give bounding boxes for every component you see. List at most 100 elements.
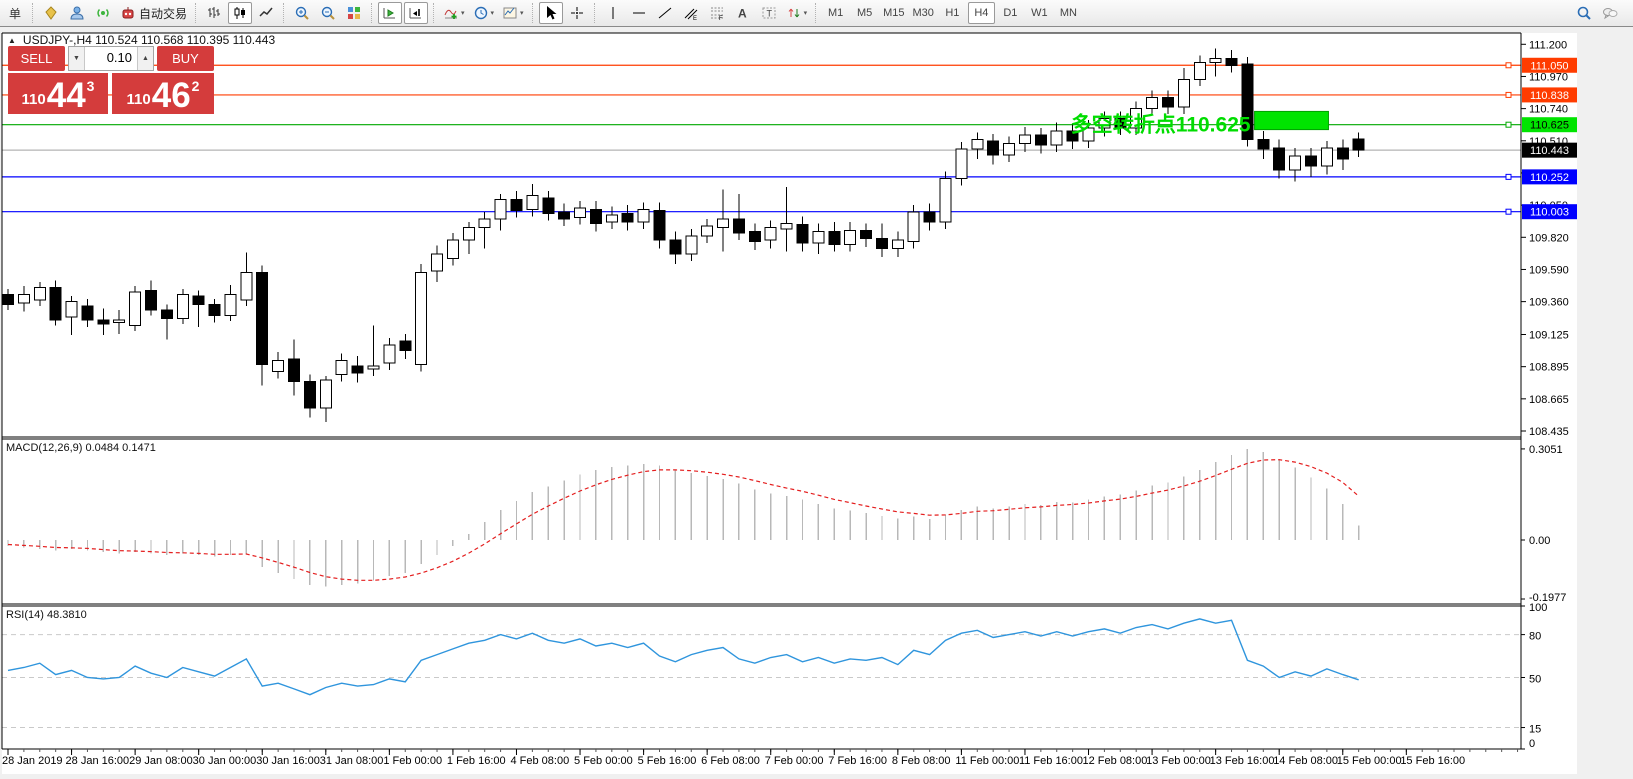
chart-shift-button[interactable] [404, 2, 428, 24]
timeframe-M1-button[interactable]: M1 [822, 2, 849, 24]
svg-text:110.970: 110.970 [1529, 71, 1568, 83]
toolbar-separator [532, 3, 534, 23]
svg-text:0: 0 [1529, 738, 1535, 750]
volume-decrease-icon[interactable]: ▼ [69, 47, 85, 70]
tile-windows-icon [346, 5, 362, 21]
volume-value[interactable]: 0.10 [85, 47, 137, 70]
toolbar-separator [371, 3, 373, 23]
toolbar-separator [594, 3, 596, 23]
signal-button[interactable] [91, 2, 115, 24]
label-icon: T [761, 5, 777, 21]
autotrading-button[interactable]: 自动交易 [117, 2, 190, 24]
text-button[interactable]: A [731, 2, 755, 24]
zoom-out-button[interactable] [316, 2, 340, 24]
svg-text:1 Feb 16:00: 1 Feb 16:00 [447, 755, 506, 767]
price-chart[interactable]: 111.200110.970110.740110.510110.280110.0… [0, 28, 1633, 774]
sell-button[interactable]: SELL [8, 46, 65, 71]
svg-text:5 Feb 16:00: 5 Feb 16:00 [638, 755, 697, 767]
svg-text:109.590: 109.590 [1529, 264, 1569, 276]
templates-button[interactable]: ▾ [499, 2, 527, 24]
svg-text:111.050: 111.050 [1530, 60, 1568, 72]
timeframe-H4-button[interactable]: H4 [968, 2, 995, 24]
zoom-in-button[interactable] [290, 2, 314, 24]
svg-text:14 Feb 08:00: 14 Feb 08:00 [1273, 755, 1338, 767]
periods-button[interactable]: ▾ [470, 2, 498, 24]
svg-text:110.838: 110.838 [1530, 90, 1569, 102]
svg-text:108.895: 108.895 [1529, 362, 1569, 374]
turning-point-annotation: 多空转折点110.625 [1071, 113, 1251, 137]
collapse-panel-icon[interactable]: ▲ [8, 36, 16, 45]
chat-button[interactable] [1598, 2, 1622, 24]
buy-pipette: 2 [192, 79, 200, 93]
svg-text:E: E [693, 16, 697, 21]
candles-button[interactable] [228, 2, 252, 24]
sell-pips: 44 [47, 81, 86, 111]
volume-increase-icon[interactable]: ▲ [137, 47, 153, 70]
label-button[interactable]: T [757, 2, 781, 24]
timeframe-W1-button[interactable]: W1 [1026, 2, 1053, 24]
autotrading-icon [120, 5, 136, 21]
svg-text:13 Feb 16:00: 13 Feb 16:00 [1210, 755, 1275, 767]
svg-text:0.3051: 0.3051 [1529, 444, 1563, 456]
svg-text:13 Feb 00:00: 13 Feb 00:00 [1146, 755, 1211, 767]
svg-text:108.665: 108.665 [1529, 394, 1569, 406]
toolbar-separator [283, 3, 285, 23]
auto-scroll-button[interactable] [378, 2, 402, 24]
volume-stepper[interactable]: ▼ 0.10 ▲ [68, 46, 154, 71]
crosshair-button[interactable] [565, 2, 589, 24]
bars-button[interactable] [202, 2, 226, 24]
svg-text:15: 15 [1529, 724, 1541, 736]
toolbar-separator [32, 3, 34, 23]
channel-button[interactable]: E [679, 2, 703, 24]
svg-text:110.252: 110.252 [1530, 172, 1569, 184]
community-button[interactable] [65, 2, 89, 24]
svg-text:111.200: 111.200 [1529, 39, 1567, 51]
community-icon [69, 5, 85, 21]
chart-area[interactable]: 111.200110.970110.740110.510110.280110.0… [0, 28, 1633, 774]
svg-text:110.740: 110.740 [1529, 104, 1568, 116]
svg-text:30 Jan 16:00: 30 Jan 16:00 [256, 755, 320, 767]
timeframe-MN-button[interactable]: MN [1055, 2, 1082, 24]
auto-scroll-icon [382, 5, 398, 21]
vline-button[interactable] [601, 2, 625, 24]
svg-text:28 Jan 16:00: 28 Jan 16:00 [66, 755, 130, 767]
chat-icon [1602, 5, 1618, 21]
sell-pipette: 3 [87, 79, 95, 93]
svg-text:11 Feb 00:00: 11 Feb 00:00 [955, 755, 1019, 767]
timeframe-D1-button[interactable]: D1 [997, 2, 1024, 24]
tile-windows-button[interactable] [342, 2, 366, 24]
timeframe-M15-button[interactable]: M15 [880, 2, 907, 24]
sell-big-figure: 110 [22, 92, 46, 107]
svg-text:110.003: 110.003 [1530, 207, 1569, 219]
macd-title: MACD(12,26,9) 0.0484 0.1471 [6, 442, 156, 454]
svg-text:31 Jan 08:00: 31 Jan 08:00 [320, 755, 384, 767]
hline-button[interactable] [627, 2, 651, 24]
svg-text:29 Jan 08:00: 29 Jan 08:00 [129, 755, 193, 767]
svg-text:F: F [719, 16, 723, 21]
buy-price[interactable]: 110 46 2 [112, 73, 214, 114]
toolbar: 单自动交易▾▾▾EFAT▾M1M5M15M30H1H4D1W1MN [0, 0, 1633, 27]
timeframe-M30-button[interactable]: M30 [909, 2, 936, 24]
line-button[interactable] [254, 2, 278, 24]
bars-icon [206, 5, 222, 21]
templates-icon [502, 5, 518, 21]
trendline-button[interactable] [653, 2, 677, 24]
toolbar-separator [815, 3, 817, 23]
svg-text:0.00: 0.00 [1529, 535, 1550, 547]
gold-button[interactable] [39, 2, 63, 24]
fibonacci-button[interactable]: F [705, 2, 729, 24]
new-order-button[interactable]: 单 [3, 2, 27, 24]
buy-button[interactable]: BUY [157, 46, 214, 71]
svg-text:4 Feb 08:00: 4 Feb 08:00 [510, 755, 569, 767]
search-button[interactable] [1572, 2, 1596, 24]
indicators-button[interactable]: ▾ [440, 2, 468, 24]
cursor-button[interactable] [539, 2, 563, 24]
signal-icon [95, 5, 111, 21]
arrows-button[interactable]: ▾ [783, 2, 811, 24]
sell-price[interactable]: 110 44 3 [8, 73, 108, 114]
symbol-bar: ▲ USDJPY-,H4 110.524 110.568 110.395 110… [8, 33, 275, 47]
timeframe-M5-button[interactable]: M5 [851, 2, 878, 24]
timeframe-H1-button[interactable]: H1 [939, 2, 966, 24]
fibonacci-icon: F [709, 5, 725, 21]
svg-text:100: 100 [1529, 602, 1547, 614]
